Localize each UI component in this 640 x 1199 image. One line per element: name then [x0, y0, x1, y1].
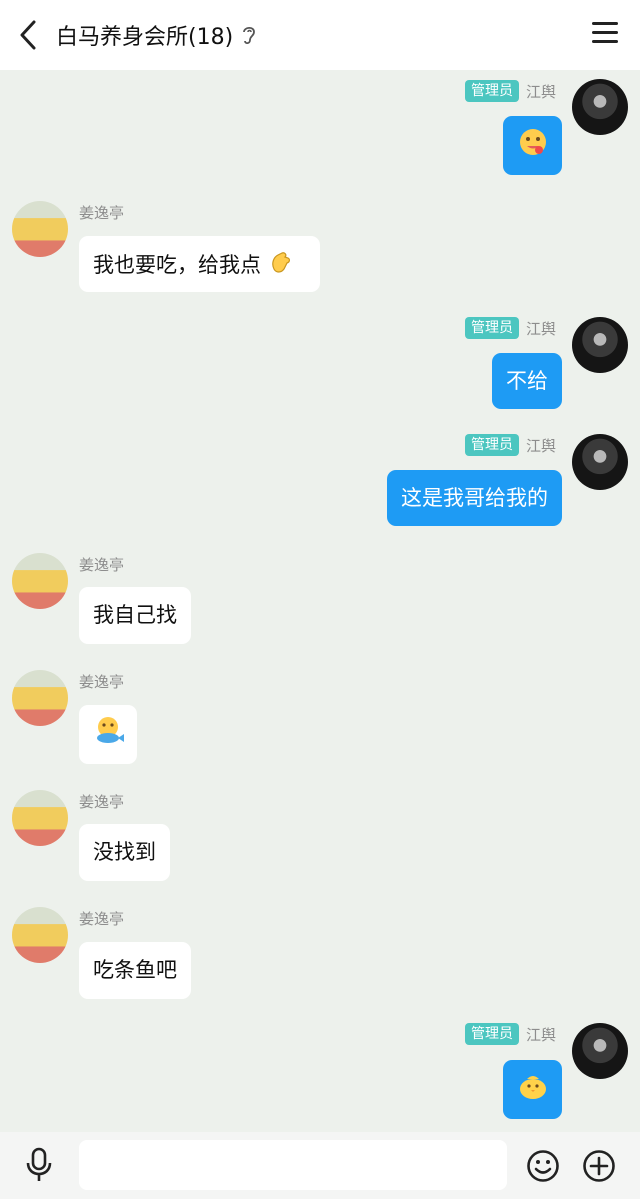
- message-input[interactable]: [79, 1140, 507, 1190]
- sender-name: 姜逸亭: [79, 792, 125, 811]
- message-text: 这是我哥给我的: [401, 486, 548, 510]
- sender-name: 江舆: [525, 319, 556, 338]
- message-text: 我也要吃，给我点: [93, 253, 261, 277]
- sender-line: 管理员 江舆: [464, 1021, 556, 1047]
- message-bubble[interactable]: 没找到: [79, 824, 170, 881]
- menu-button[interactable]: [592, 22, 618, 46]
- message-bubble[interactable]: 我自己找: [79, 587, 191, 644]
- sender-name: 姜逸亭: [79, 672, 125, 691]
- chevron-left-icon: [20, 20, 36, 50]
- avatar[interactable]: [12, 790, 68, 846]
- microphone-icon[interactable]: [22, 1146, 56, 1184]
- chat-title[interactable]: 白马养身会所(18): [56, 18, 259, 52]
- ear-icon[interactable]: [241, 24, 259, 46]
- drooling-face-icon: [517, 126, 549, 166]
- message: 姜逸亭: [0, 668, 640, 768]
- admin-badge: 管理员: [464, 1023, 519, 1045]
- message: 管理员 江舆 不给: [0, 315, 640, 415]
- message: 管理员 江舆: [0, 1021, 640, 1125]
- message-text: 我自己找: [93, 603, 177, 627]
- pinching-hand-icon: [268, 249, 294, 283]
- message: 管理员 江舆 这是我哥给我的: [0, 432, 640, 532]
- message-bubble[interactable]: [79, 705, 137, 764]
- sender-name: 姜逸亭: [79, 203, 125, 222]
- message-text: 不给: [506, 369, 548, 393]
- message: 姜逸亭 我也要吃，给我点: [0, 199, 640, 297]
- sender-line: 管理员 江舆: [464, 78, 556, 104]
- sender-name: 姜逸亭: [79, 909, 125, 928]
- back-button[interactable]: [12, 19, 44, 51]
- message-text: 没找到: [93, 840, 156, 864]
- message-bubble[interactable]: 吃条鱼吧: [79, 942, 191, 999]
- avatar[interactable]: [12, 670, 68, 726]
- admin-badge: 管理员: [464, 434, 519, 456]
- avatar[interactable]: [572, 434, 628, 490]
- message-bubble[interactable]: [503, 116, 562, 175]
- message: 姜逸亭 吃条鱼吧: [0, 905, 640, 1003]
- avatar[interactable]: [572, 79, 628, 135]
- sender-line: 管理员 江舆: [464, 432, 556, 458]
- message-bubble[interactable]: [503, 1060, 562, 1119]
- avatar[interactable]: [12, 201, 68, 257]
- admin-badge: 管理员: [464, 317, 519, 339]
- sender-name: 姜逸亭: [79, 555, 125, 574]
- sender-line: 管理员 江舆: [464, 315, 556, 341]
- chick-icon: [517, 1071, 549, 1109]
- input-bar: [0, 1132, 640, 1199]
- avatar[interactable]: [572, 1023, 628, 1079]
- group-name: 白马养身会所(18): [56, 25, 234, 50]
- message-list[interactable]: 管理员 江舆 姜逸亭 我也要吃，给我点 管理员 江舆 不给 管理员 江舆 这是我…: [0, 70, 640, 1132]
- smile-icon[interactable]: [526, 1149, 560, 1183]
- sender-name: 江舆: [525, 82, 556, 101]
- message-bubble[interactable]: 这是我哥给我的: [387, 470, 562, 526]
- plus-circle-icon[interactable]: [582, 1149, 616, 1183]
- chat-header: 白马养身会所(18): [0, 0, 640, 70]
- message: 管理员 江舆: [0, 78, 640, 186]
- message: 姜逸亭 我自己找: [0, 551, 640, 649]
- message-text: 吃条鱼吧: [93, 958, 177, 982]
- message-bubble[interactable]: 不给: [492, 353, 562, 409]
- sender-name: 江舆: [525, 1025, 556, 1044]
- message: 姜逸亭 没找到: [0, 788, 640, 886]
- sender-name: 江舆: [525, 436, 556, 455]
- avatar[interactable]: [12, 553, 68, 609]
- admin-badge: 管理员: [464, 80, 519, 102]
- avatar[interactable]: [12, 907, 68, 963]
- message-bubble[interactable]: 我也要吃，给我点: [79, 236, 320, 292]
- avatar[interactable]: [572, 317, 628, 373]
- fish-eating-icon: [91, 714, 125, 756]
